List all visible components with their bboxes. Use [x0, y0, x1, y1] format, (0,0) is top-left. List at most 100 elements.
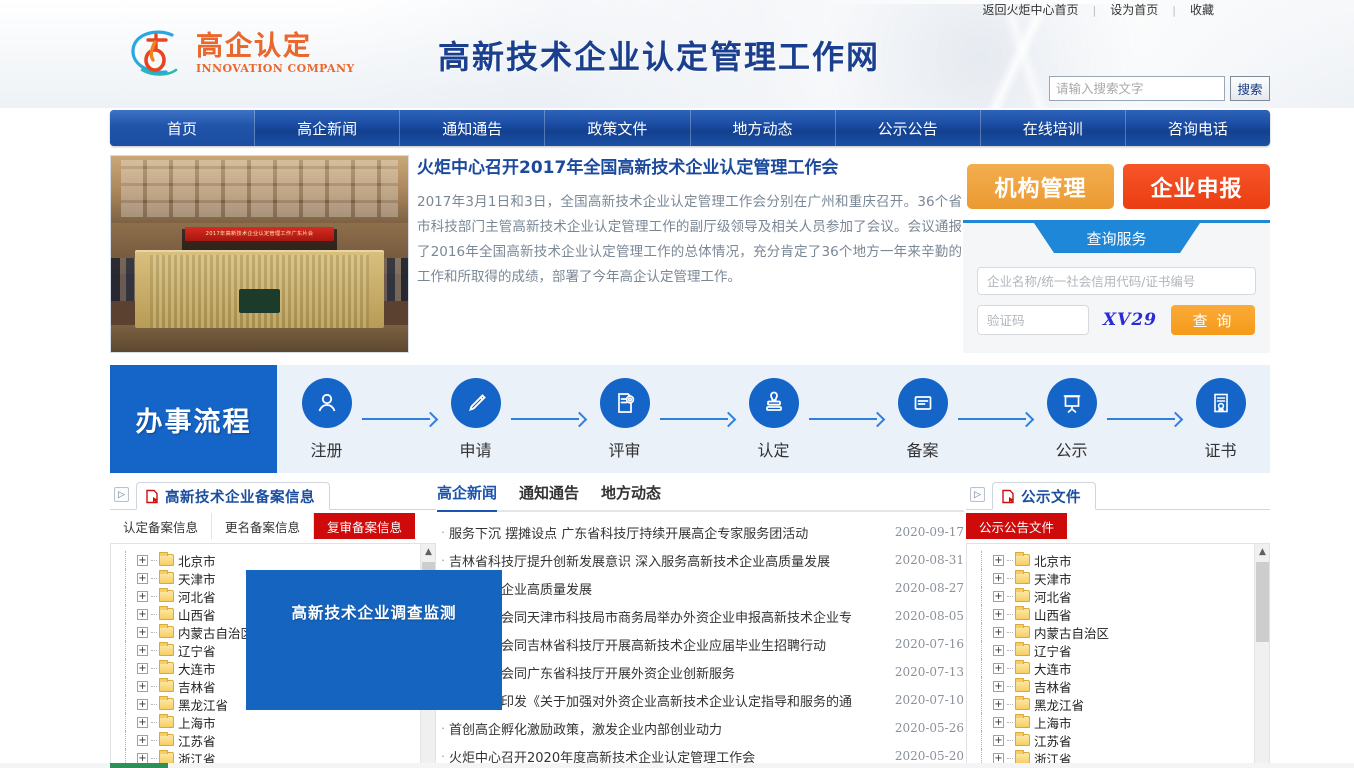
scroll-up-arrow-icon[interactable]: ▲	[421, 544, 436, 560]
page-title: 高新技术企业认定管理工作网	[438, 32, 880, 78]
expand-plus-icon[interactable]: +	[993, 627, 1004, 638]
org-manage-button[interactable]: 机构管理	[967, 164, 1114, 209]
news-list-item[interactable]: ·火炬中心会同天津市科技局市商务局举办外资企业申报高新技术企业专2020-08-…	[437, 602, 964, 630]
tree-item[interactable]: +内蒙古自治区	[993, 623, 1269, 641]
tab-certification-record[interactable]: 认定备案信息	[110, 513, 212, 539]
expand-arrow-icon[interactable]: ▷	[114, 487, 129, 502]
scroll-up-arrow-icon[interactable]: ▲	[1255, 544, 1270, 560]
folder-icon	[1015, 734, 1030, 746]
nav-item-training[interactable]: 在线培训	[981, 110, 1126, 146]
notice-tree-scrollbar[interactable]: ▲	[1254, 544, 1269, 767]
expand-plus-icon[interactable]: +	[993, 699, 1004, 710]
tab-notices[interactable]: 通知通告	[519, 482, 579, 503]
expand-plus-icon[interactable]: +	[137, 627, 148, 638]
flow-step-apply[interactable]: 申请	[451, 378, 501, 461]
search-button[interactable]: 搜索	[1230, 76, 1270, 101]
scroll-thumb[interactable]	[1256, 562, 1269, 642]
nav-item-announcements[interactable]: 公示公告	[836, 110, 981, 146]
enterprise-apply-button[interactable]: 企业申报	[1123, 164, 1270, 209]
expand-plus-icon[interactable]: +	[993, 717, 1004, 728]
expand-plus-icon[interactable]: +	[993, 573, 1004, 584]
tree-item[interactable]: +上海市	[137, 713, 435, 731]
topbar-link-favorite[interactable]: 收藏	[1176, 0, 1228, 20]
tree-item[interactable]: +辽宁省	[993, 641, 1269, 659]
search-input[interactable]	[1049, 76, 1225, 101]
site-logo[interactable]: 高企认定 INNOVATION COMPANY	[126, 26, 355, 82]
feature-photo[interactable]: 2017年高新技术企业认定管理工作广东片会	[110, 155, 409, 353]
expand-plus-icon[interactable]: +	[137, 735, 148, 746]
query-submit-button[interactable]: 查 询	[1171, 305, 1255, 335]
tree-item[interactable]: +北京市	[137, 551, 435, 569]
tree-item[interactable]: +北京市	[993, 551, 1269, 569]
flow-step-record[interactable]: 备案	[898, 378, 948, 461]
news-list-item[interactable]: ·服务下沉 摆摊设点 广东省科技厅持续开展高企专家服务团活动2020-09-17	[437, 518, 964, 546]
tree-item[interactable]: +大连市	[993, 659, 1269, 677]
expand-plus-icon[interactable]: +	[993, 681, 1004, 692]
expand-plus-icon[interactable]: +	[993, 735, 1004, 746]
folder-icon	[159, 734, 174, 746]
news-list-item[interactable]: ·火炬中心印发《关于加强对外资企业高新技术企业认定指导和服务的通2020-07-…	[437, 686, 964, 714]
expand-plus-icon[interactable]: +	[137, 753, 148, 764]
captcha-input[interactable]	[977, 305, 1089, 335]
expand-plus-icon[interactable]: +	[137, 555, 148, 566]
nav-item-news[interactable]: 高企新闻	[255, 110, 400, 146]
notice-panel-title-tab[interactable]: 公示文件	[992, 482, 1096, 510]
nav-item-home[interactable]: 首页	[110, 110, 255, 146]
expand-plus-icon[interactable]: +	[137, 591, 148, 602]
news-item-date: 2020-07-13	[895, 665, 964, 679]
photo-ceiling	[111, 156, 408, 223]
flow-step-certify[interactable]: 认定	[749, 378, 799, 461]
tree-item[interactable]: +河北省	[993, 587, 1269, 605]
tree-item[interactable]: +上海市	[993, 713, 1269, 731]
expand-plus-icon[interactable]: +	[993, 591, 1004, 602]
captcha-code-image[interactable]: XV29	[1099, 310, 1161, 330]
tab-rename-record[interactable]: 更名备案信息	[212, 513, 314, 539]
tree-item[interactable]: +吉林省	[993, 677, 1269, 695]
news-list-item[interactable]: ·火炬中心会同广东省科技厅开展外资企业创新服务2020-07-13	[437, 658, 964, 686]
record-panel-title-tab[interactable]: 高新技术企业备案信息	[136, 482, 330, 510]
expand-plus-icon[interactable]: +	[993, 663, 1004, 674]
tab-review-record[interactable]: 复审备案信息	[314, 513, 415, 539]
expand-arrow-icon[interactable]: ▷	[970, 487, 985, 502]
flow-step-review[interactable]: 评审	[600, 378, 650, 461]
survey-monitoring-overlay[interactable]: 高新技术企业调查监测	[246, 570, 502, 710]
expand-plus-icon[interactable]: +	[137, 645, 148, 656]
news-list-item[interactable]: ·首创高企孵化激励政策，激发企业内部创业动力2020-05-26	[437, 714, 964, 742]
tab-public-announcement-files[interactable]: 公示公告文件	[966, 513, 1067, 539]
expand-plus-icon[interactable]: +	[993, 609, 1004, 620]
expand-plus-icon[interactable]: +	[137, 609, 148, 620]
tab-local-updates[interactable]: 地方动态	[601, 482, 661, 503]
news-list-item[interactable]: ·火炬中心会同吉林省科技厅开展高新技术企业应届毕业生招聘行动2020-07-16	[437, 630, 964, 658]
news-list-item[interactable]: ·助推外资企业高质量发展2020-08-27	[437, 574, 964, 602]
nav-item-local[interactable]: 地方动态	[691, 110, 836, 146]
tree-item[interactable]: +天津市	[993, 569, 1269, 587]
expand-plus-icon[interactable]: +	[993, 555, 1004, 566]
flow-step-register[interactable]: 注册	[302, 378, 352, 461]
flow-step-certificate[interactable]: 证书	[1196, 378, 1246, 461]
expand-plus-icon[interactable]: +	[993, 753, 1004, 764]
tree-item[interactable]: +山西省	[993, 605, 1269, 623]
tree-item[interactable]: +江苏省	[137, 731, 435, 749]
news-list-item[interactable]: ·吉林省科技厅提升创新发展意识 深入服务高新技术企业高质量发展2020-08-3…	[437, 546, 964, 574]
flow-step-publicity[interactable]: 公示	[1047, 378, 1097, 461]
tree-item[interactable]: +江苏省	[993, 731, 1269, 749]
expand-plus-icon[interactable]: +	[137, 717, 148, 728]
expand-plus-icon[interactable]: +	[137, 681, 148, 692]
nav-item-policy[interactable]: 政策文件	[545, 110, 690, 146]
expand-plus-icon[interactable]: +	[137, 573, 148, 584]
query-name-input[interactable]	[977, 267, 1256, 295]
overlay-ad-text: 高新技术企业调查监测	[291, 601, 456, 623]
topbar-link-back-torch[interactable]: 返回火炬中心首页	[969, 0, 1093, 20]
tree-item[interactable]: +黑龙江省	[993, 695, 1269, 713]
tab-enterprise-news[interactable]: 高企新闻	[437, 482, 497, 503]
nav-item-hotline[interactable]: 咨询电话	[1126, 110, 1270, 146]
folder-icon	[159, 626, 174, 638]
feature-headline[interactable]: 火炬中心召开2017年全国高新技术企业认定管理工作会	[417, 157, 962, 179]
expand-plus-icon[interactable]: +	[137, 663, 148, 674]
expand-plus-icon[interactable]: +	[137, 699, 148, 710]
nav-item-notices[interactable]: 通知通告	[400, 110, 545, 146]
topbar-link-set-homepage[interactable]: 设为首页	[1096, 0, 1172, 20]
expand-plus-icon[interactable]: +	[993, 645, 1004, 656]
folder-icon	[159, 590, 174, 602]
news-item-title: 火炬中心会同天津市科技局市商务局举办外资企业申报高新技术企业专	[449, 607, 895, 626]
